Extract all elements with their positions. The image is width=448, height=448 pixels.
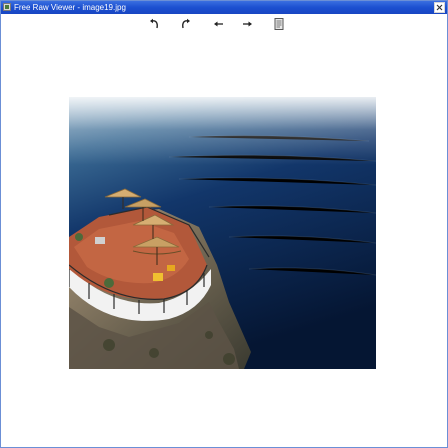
title-bar[interactable]: Free Raw Viewer - image19.jpg — [1, 1, 447, 14]
close-button[interactable] — [434, 2, 445, 13]
close-icon — [436, 4, 443, 11]
rotate-left-icon — [150, 18, 158, 29]
next-image-button[interactable] — [240, 17, 254, 31]
rotate-right-icon — [182, 18, 190, 29]
app-icon — [3, 3, 11, 11]
previous-image-button[interactable] — [212, 17, 226, 31]
photo — [69, 97, 376, 369]
rotate-right-button[interactable] — [179, 17, 193, 31]
properties-button[interactable] — [272, 17, 286, 31]
image-view — [69, 97, 376, 369]
document-icon — [274, 18, 284, 30]
toolbar — [1, 15, 447, 33]
window-title: Free Raw Viewer - image19.jpg — [14, 3, 126, 12]
arrow-right-icon — [243, 21, 252, 27]
arrow-left-icon — [214, 21, 223, 27]
app-window: Free Raw Viewer - image19.jpg — [0, 0, 448, 448]
rotate-left-button[interactable] — [147, 17, 161, 31]
